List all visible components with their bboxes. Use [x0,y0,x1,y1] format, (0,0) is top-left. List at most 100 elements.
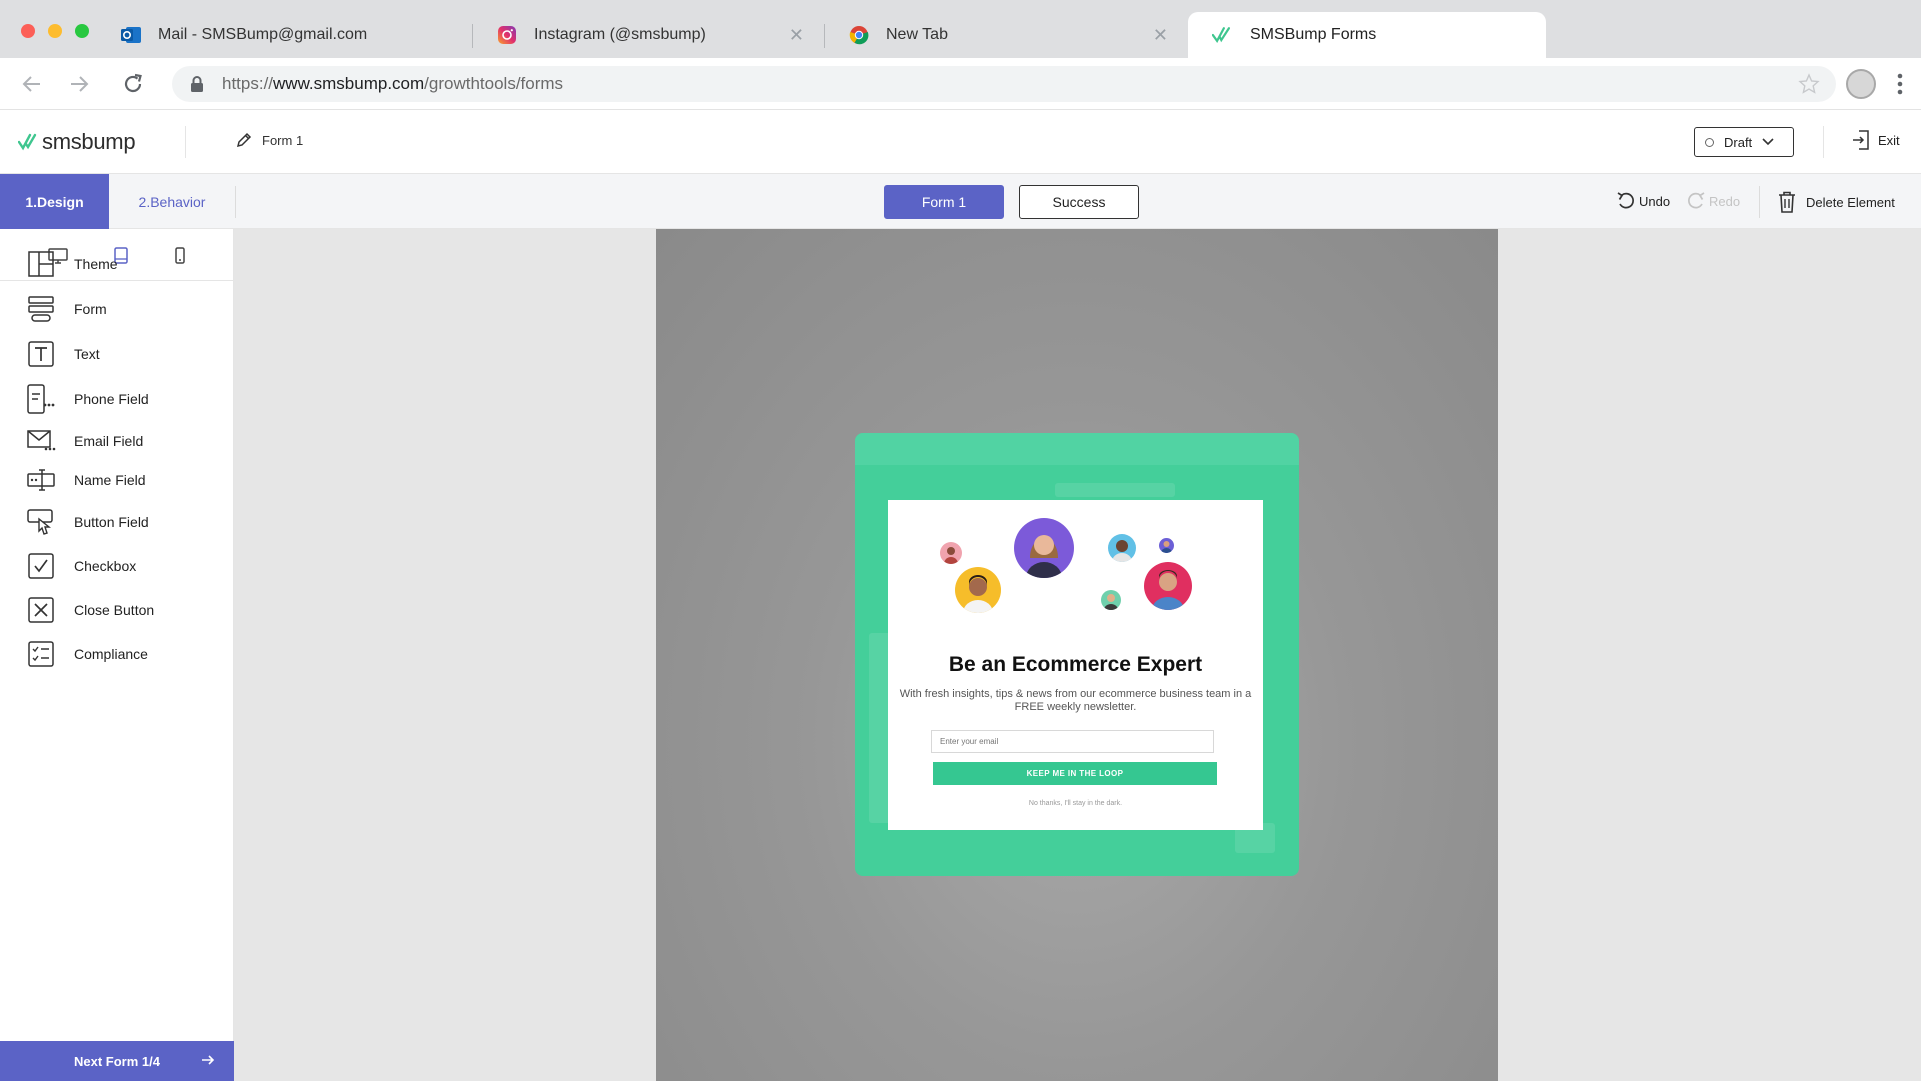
tab-title: New Tab [886,26,948,43]
window-zoom-button[interactable] [75,24,89,38]
close-icon[interactable]: ✕ [789,25,804,46]
arrow-left-icon [22,76,40,92]
editor-canvas: Be an Ecommerce Expert With fresh insigh… [234,229,1921,1081]
logo-text: smsbump [42,129,136,154]
decline-link[interactable]: No thanks, I'll stay in the dark. [888,800,1263,807]
success-state-button[interactable]: Success [1019,185,1139,219]
tab-title: SMSBump Forms [1250,26,1377,43]
browser-tab-instagram[interactable]: Instagram (@smsbump) ✕ [472,12,824,58]
smsbump-icon [1212,24,1234,46]
sidebar-item-phone-field[interactable]: Phone Field [26,384,149,414]
pencil-icon [236,132,252,148]
browser-tab-mail[interactable]: Mail - SMSBump@gmail.com [96,12,472,58]
forward-button[interactable] [63,68,95,100]
sidebar-item-theme[interactable]: Theme [26,249,118,279]
popup-subtext: With fresh insights, tips & news from ou… [899,688,1252,713]
more-menu-icon[interactable] [1896,72,1904,101]
undo-button[interactable]: Undo [1617,191,1670,211]
status-dot-icon [1705,137,1714,147]
signup-popup[interactable]: Be an Ecommerce Expert With fresh insigh… [888,500,1263,830]
reload-button[interactable] [117,68,149,100]
sidebar-item-button-field[interactable]: Button Field [26,507,149,537]
avatar [1108,534,1136,562]
sidebar-item-email-field[interactable]: Email Field [26,426,143,456]
checkbox-icon [26,551,56,581]
sidebar-item-compliance[interactable]: Compliance [26,639,148,669]
email-field-icon [26,426,56,456]
form-state-button[interactable]: Form 1 [884,185,1004,219]
back-button[interactable] [16,68,48,100]
redo-icon [1688,192,1705,209]
browser-tab-bar: Mail - SMSBump@gmail.com Instagram (@sms… [0,0,1921,58]
lock-icon [190,75,204,98]
sidebar-item-text[interactable]: Text [26,339,100,369]
browser-tab-new-tab[interactable]: New Tab ✕ [824,12,1188,58]
sidebar-item-label: Form [74,301,107,317]
compliance-icon [26,639,56,669]
sidebar-item-label: Name Field [74,472,146,488]
close-icon[interactable]: ✕ [1153,25,1168,46]
url-prefix: https:// [222,74,274,93]
toolbar-divider [235,186,236,218]
sidebar-item-label: Phone Field [74,391,149,407]
avatar [1101,590,1121,610]
smsbump-logo[interactable]: smsbump [18,129,136,155]
popup-background: Be an Ecommerce Expert With fresh insigh… [855,433,1299,876]
tab-design[interactable]: 1.Design [0,174,109,229]
delete-element-button[interactable]: Delete Element [1778,191,1895,213]
exit-label: Exit [1878,132,1900,148]
phone-field-icon [26,384,56,414]
text-icon [26,339,56,369]
avatar [940,542,962,564]
form-name-edit[interactable]: Form 1 [236,132,303,148]
sidebar-item-label: Checkbox [74,558,137,574]
chrome-icon [848,24,870,46]
tab-behavior[interactable]: 2.Behavior [109,174,235,229]
url-host: www.smsbump.com [273,74,425,93]
outlook-icon [120,24,142,46]
avatar [1159,538,1174,553]
email-input[interactable] [931,730,1214,753]
sidebar-item-label: Text [74,346,100,362]
url-bar[interactable]: https://www.smsbump.com/growthtools/form… [172,66,1836,102]
app-header: smsbump Form 1 Draft Exit [0,110,1921,174]
avatar [1144,562,1192,610]
sidebar-item-close-button[interactable]: Close Button [26,595,154,625]
bookmark-star-icon[interactable] [1798,73,1820,100]
window-close-button[interactable] [21,24,35,38]
toolbar-divider [1759,186,1760,218]
window-minimize-button[interactable] [48,24,62,38]
arrow-right-icon [200,1052,216,1071]
url-path: /growthtools/forms [424,74,564,93]
arrow-right-icon [71,76,89,92]
close-button-icon [26,595,56,625]
sidebar-item-form[interactable]: Form [26,294,107,324]
sidebar-item-label: Button Field [74,514,149,530]
undo-label: Undo [1639,193,1671,209]
exit-icon [1853,130,1869,150]
elements-sidebar: Theme Form Text Phone Field Email Field … [0,229,234,1081]
status-dropdown[interactable]: Draft [1694,127,1794,157]
redo-label: Redo [1709,193,1741,209]
sidebar-item-checkbox[interactable]: Checkbox [26,551,136,581]
next-form-label: Next Form 1/4 [74,1053,160,1069]
keep-me-in-the-loop-button[interactable]: KEEP ME IN THE LOOP [933,762,1217,785]
redo-button[interactable]: Redo [1687,191,1740,211]
sidebar-item-label: Theme [74,256,118,272]
sidebar-item-label: Close Button [74,602,155,618]
popup-header-strip [855,433,1299,465]
avatar [1014,518,1074,578]
sidebar-item-name-field[interactable]: Name Field [26,465,146,495]
status-value: Draft [1724,134,1753,150]
sidebar-item-label: Email Field [74,433,144,449]
trash-icon [1779,191,1795,213]
mobile-icon[interactable] [169,245,191,267]
exit-button[interactable]: Exit [1852,130,1900,150]
next-form-button[interactable]: Next Form 1/4 [0,1041,234,1081]
tab-title: Instagram (@smsbump) [534,26,706,43]
browser-tab-smsbump-forms[interactable]: SMSBump Forms [1188,12,1546,58]
header-divider [1823,126,1824,158]
profile-avatar[interactable] [1846,69,1876,99]
browser-toolbar: https://www.smsbump.com/growthtools/form… [0,58,1921,110]
instagram-icon [496,24,518,46]
